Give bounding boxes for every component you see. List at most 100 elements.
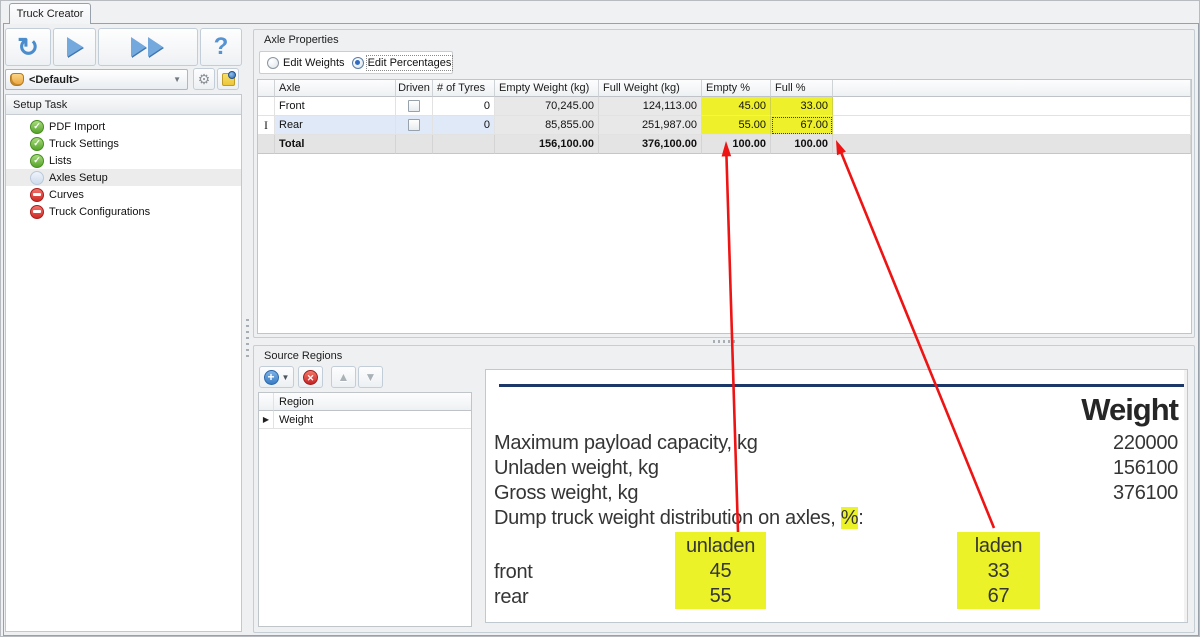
setup-task-header: Setup Task xyxy=(6,95,241,115)
axle-properties-group: Axle Properties Edit Weights Edit Percen… xyxy=(253,29,1195,338)
column-header-axle[interactable]: Axle xyxy=(275,80,396,97)
cell-full-weight: 124,113.00 xyxy=(599,97,702,116)
task-label: PDF Import xyxy=(49,121,105,133)
pdf-preview[interactable]: Weight Maximum payload capacity, kg 2200… xyxy=(485,369,1188,623)
table-row-front[interactable]: Front 0 70,245.00 124,113.00 45.00 33.00 xyxy=(258,97,1191,116)
status-done-icon: ✓ xyxy=(30,137,44,151)
move-down-button[interactable]: ▼ xyxy=(358,366,383,388)
cell-full-pct-focused[interactable]: 67.00 xyxy=(771,116,833,135)
column-header-full-weight[interactable]: Full Weight (kg) xyxy=(599,80,702,97)
column-header-full-pct[interactable]: Full % xyxy=(771,80,833,97)
laden-highlight-block: laden 33 67 xyxy=(957,532,1040,609)
status-blocked-icon xyxy=(30,205,44,219)
row-indicator-cell xyxy=(258,97,275,116)
cell-full-pct[interactable]: 33.00 xyxy=(771,97,833,116)
delete-icon: ✕ xyxy=(303,370,318,385)
refresh-button[interactable]: ↻ xyxy=(5,28,51,66)
gear-icon: ⚙ xyxy=(198,72,211,86)
table-row-rear[interactable]: I Rear 0 85,855.00 251,987.00 55.00 67.0… xyxy=(258,116,1191,135)
cell-axle[interactable]: Rear xyxy=(275,116,396,135)
horizontal-splitter[interactable] xyxy=(253,338,1195,345)
edit-percentages-radio[interactable]: Edit Percentages xyxy=(352,57,452,69)
cell-driven[interactable] xyxy=(396,97,433,116)
source-regions-group: Source Regions + ▼ ✕ ▲ ▼ Region ▶ Weight xyxy=(253,345,1195,633)
cell-tyres[interactable]: 0 xyxy=(433,97,495,116)
axle-grid-header: Axle Driven # of Tyres Empty Weight (kg)… xyxy=(258,80,1191,97)
region-grid-header: Region xyxy=(259,393,471,411)
sidebar-item-lists[interactable]: ✓ Lists xyxy=(6,152,241,169)
task-label: Curves xyxy=(49,189,84,201)
status-done-icon: ✓ xyxy=(30,154,44,168)
profile-dropdown[interactable]: <Default> ▼ xyxy=(5,69,188,90)
checkbox-unchecked-icon[interactable] xyxy=(408,119,420,131)
cell-total-empty-pct: 100.00 xyxy=(702,135,771,154)
tab-truck-creator[interactable]: Truck Creator xyxy=(9,3,91,24)
chevron-down-icon: ▼ xyxy=(282,373,290,382)
cell-axle[interactable]: Front xyxy=(275,97,396,116)
cell-total-empty-weight: 156,100.00 xyxy=(495,135,599,154)
task-label: Lists xyxy=(49,155,72,167)
sidebar-item-truck-configurations[interactable]: Truck Configurations xyxy=(6,203,241,220)
column-header-region[interactable]: Region xyxy=(274,393,471,411)
cell-empty-weight: 70,245.00 xyxy=(495,97,599,116)
add-region-button[interactable]: + ▼ xyxy=(259,366,294,388)
source-regions-title: Source Regions xyxy=(264,350,342,362)
sidebar-item-axles-setup[interactable]: Axles Setup xyxy=(6,169,241,186)
column-header-empty-pct[interactable]: Empty % xyxy=(702,80,771,97)
notes-button[interactable] xyxy=(217,68,239,90)
document-title: Weight xyxy=(1081,392,1178,428)
settings-button[interactable]: ⚙ xyxy=(193,68,215,90)
cell-empty-pct[interactable]: 45.00 xyxy=(702,97,771,116)
cell-total-full-pct: 100.00 xyxy=(771,135,833,154)
profile-dropdown-value: <Default> xyxy=(29,74,173,86)
document-rear-label: rear xyxy=(494,585,528,610)
cell-driven[interactable] xyxy=(396,116,433,135)
cell-tyres[interactable]: 0 xyxy=(433,116,495,135)
radio-icon xyxy=(267,57,279,69)
cell-full-weight: 251,987.00 xyxy=(599,116,702,135)
sidebar-item-curves[interactable]: Curves xyxy=(6,186,241,203)
edit-weights-radio[interactable]: Edit Weights xyxy=(267,57,345,69)
tab-strip: Truck Creator xyxy=(1,1,1200,24)
delete-region-button[interactable]: ✕ xyxy=(298,366,323,388)
cell-empty-pct[interactable]: 55.00 xyxy=(702,116,771,135)
document-rule xyxy=(499,384,1184,387)
arrow-down-icon: ▼ xyxy=(365,371,377,383)
document-line: Unladen weight, kg 156100 xyxy=(494,457,1178,482)
column-header-driven[interactable]: Driven xyxy=(396,80,433,97)
splitter-grip xyxy=(246,319,249,359)
run-all-button[interactable] xyxy=(98,28,198,66)
tab-label: Truck Creator xyxy=(17,8,84,20)
app-window: Truck Creator ↻ ? <Default> ▼ ⚙ Setup Ta… xyxy=(0,0,1200,637)
cell-total-full-weight: 376,100.00 xyxy=(599,135,702,154)
note-icon xyxy=(222,73,235,86)
help-button[interactable]: ? xyxy=(200,28,242,66)
document-line: Gross weight, kg 376100 xyxy=(494,482,1178,507)
axle-properties-title: Axle Properties xyxy=(264,34,339,46)
task-label: Truck Configurations xyxy=(49,206,150,218)
radio-label: Edit Weights xyxy=(283,57,345,69)
unladen-highlight-block: unladen 45 55 xyxy=(675,532,766,609)
status-current-icon xyxy=(30,171,44,185)
move-up-button[interactable]: ▲ xyxy=(331,366,356,388)
task-label: Truck Settings xyxy=(49,138,119,150)
refresh-icon: ↻ xyxy=(17,34,39,60)
mask-icon xyxy=(10,73,24,86)
table-row-total: Total 156,100.00 376,100.00 100.00 100.0… xyxy=(258,135,1191,154)
region-grid: Region ▶ Weight xyxy=(258,392,472,627)
run-button[interactable] xyxy=(53,28,96,66)
column-header-tyres[interactable]: # of Tyres xyxy=(433,80,495,97)
setup-task-panel: Setup Task ✓ PDF Import ✓ Truck Settings… xyxy=(5,94,242,632)
edit-mode-panel: Edit Weights Edit Percentages xyxy=(259,51,453,74)
table-row-weight-region[interactable]: ▶ Weight xyxy=(259,411,471,429)
column-header-empty-weight[interactable]: Empty Weight (kg) xyxy=(495,80,599,97)
task-label: Axles Setup xyxy=(49,172,108,184)
status-done-icon: ✓ xyxy=(30,120,44,134)
cell-region-name[interactable]: Weight xyxy=(274,411,471,429)
sidebar-item-truck-settings[interactable]: ✓ Truck Settings xyxy=(6,135,241,152)
axle-grid: Axle Driven # of Tyres Empty Weight (kg)… xyxy=(257,79,1192,334)
vertical-splitter[interactable] xyxy=(244,24,252,636)
sidebar-item-pdf-import[interactable]: ✓ PDF Import xyxy=(6,118,241,135)
add-icon: + xyxy=(264,370,279,385)
checkbox-unchecked-icon[interactable] xyxy=(408,100,420,112)
